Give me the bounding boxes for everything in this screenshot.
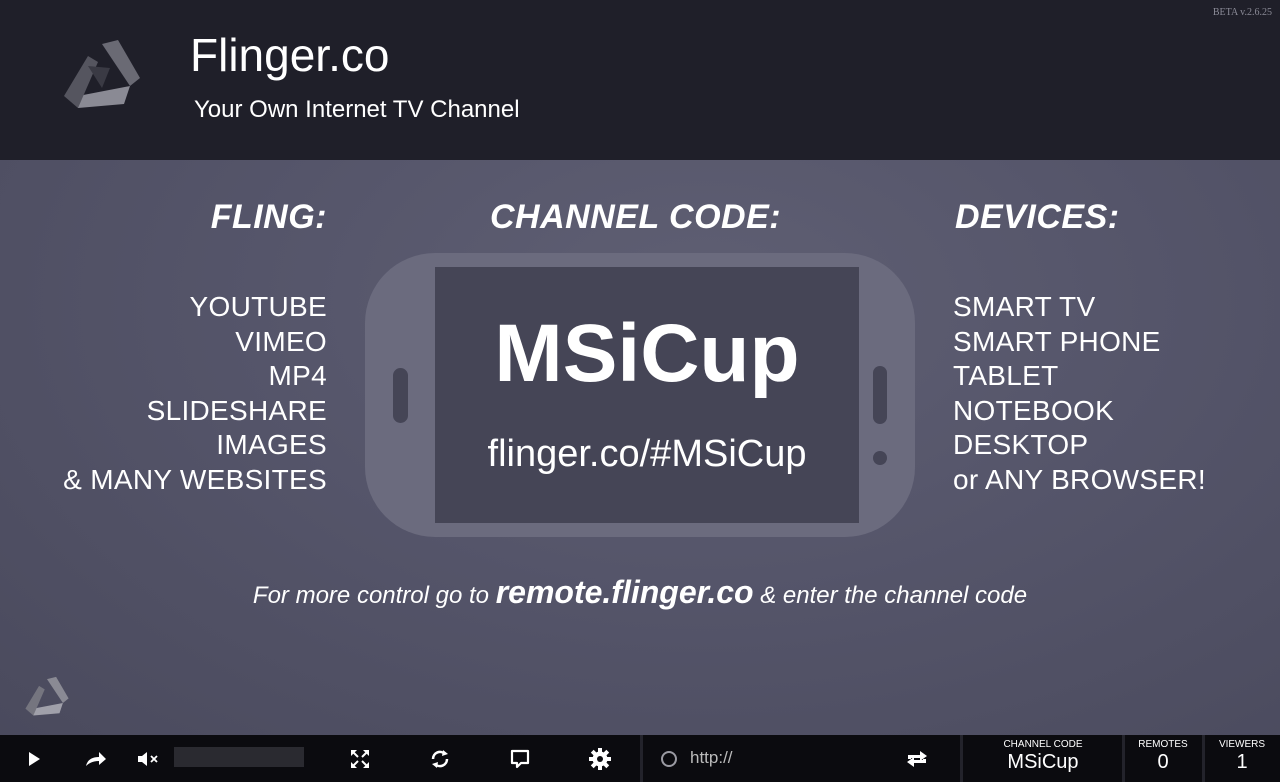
app-subtitle: Your Own Internet TV Channel (194, 96, 520, 123)
devices-heading: DEVICES: (955, 198, 1120, 236)
url-status-icon (661, 751, 677, 767)
list-item: NOTEBOOK (953, 394, 1115, 426)
list-item: SLIDESHARE (146, 394, 327, 426)
flinger-logo-small-icon (25, 676, 69, 716)
viewers-stat: VIEWERS 1 (1206, 735, 1278, 782)
skip-button[interactable] (80, 735, 112, 782)
fling-sources-list: YOUTUBE VIMEO MP4 SLIDESHARE IMAGES & MA… (63, 290, 327, 497)
list-item: VIMEO (235, 325, 327, 357)
player-toolbar: CHANNEL CODE MSiCup REMOTES 0 VIEWERS 1 (0, 735, 1280, 782)
channel-code-stat: CHANNEL CODE MSiCup (966, 735, 1120, 782)
list-item: IMAGES (216, 429, 327, 460)
mute-icon (138, 751, 158, 766)
hint-prefix: For more control go to (252, 582, 490, 609)
fling-url-input[interactable] (690, 745, 880, 771)
forward-icon (86, 751, 106, 766)
version-label: BETA v.2.6.25 (1212, 7, 1272, 18)
flinger-logo-icon (64, 40, 140, 108)
phone-screen: MSiCup flinger.co/#MSiCup (435, 267, 859, 523)
devices-list: SMART TV SMART PHONE TABLET NOTEBOOK DES… (953, 290, 1206, 497)
refresh-button[interactable] (424, 735, 456, 782)
list-item: MP4 (268, 360, 327, 391)
play-button[interactable] (18, 735, 50, 782)
refresh-icon (431, 749, 449, 768)
hint-suffix: & enter the channel code (760, 582, 1028, 609)
remote-hint: For more control go to remote.flinger.co… (0, 574, 1280, 611)
remotes-stat: REMOTES 0 (1126, 735, 1200, 782)
list-item: YOUTUBE (189, 291, 327, 322)
channel-url: flinger.co/#MSiCup (487, 433, 807, 475)
fling-url-icon (907, 750, 927, 767)
list-item: SMART TV (953, 291, 1096, 322)
fullscreen-icon (351, 749, 369, 768)
settings-button[interactable] (584, 735, 616, 782)
channel-panel: FLING: CHANNEL CODE: DEVICES: YOUTUBE VI… (0, 160, 1280, 735)
phone-graphic: MSiCup flinger.co/#MSiCup (365, 253, 915, 537)
phone-home-dot (873, 451, 887, 465)
list-item: or ANY BROWSER! (953, 463, 1206, 495)
list-item: SMART PHONE (953, 325, 1161, 357)
gear-icon (589, 747, 611, 770)
toolbar-divider (960, 735, 963, 782)
mute-button[interactable] (133, 735, 163, 782)
app-title: Flinger.co (190, 29, 390, 81)
list-item: & MANY WEBSITES (63, 463, 327, 495)
fullscreen-button[interactable] (344, 735, 376, 782)
header: Flinger.co Your Own Internet TV Channel … (0, 0, 1280, 160)
chat-button[interactable] (504, 735, 536, 782)
remotes-count: 0 (1157, 751, 1169, 773)
channel-code-heading: CHANNEL CODE: (490, 198, 782, 236)
channel-code: MSiCup (494, 308, 800, 399)
fling-heading: FLING: (210, 198, 327, 236)
phone-side-button (873, 366, 887, 424)
toolbar-divider (1122, 735, 1125, 782)
viewers-label: VIEWERS (1218, 739, 1266, 750)
toolbar-divider (1202, 735, 1205, 782)
toolbar-divider (640, 735, 643, 782)
channel-code-value: MSiCup (1007, 751, 1079, 773)
remotes-label: REMOTES (1138, 739, 1188, 750)
remote-link[interactable]: remote.flinger.co (496, 574, 754, 610)
viewers-count: 1 (1236, 751, 1248, 773)
play-icon (29, 751, 40, 766)
list-item: DESKTOP (953, 429, 1089, 460)
list-item: TABLET (953, 360, 1059, 391)
fling-url-button[interactable] (900, 735, 934, 782)
channel-code-label: CHANNEL CODE (1003, 739, 1083, 750)
chat-icon (510, 749, 530, 768)
volume-slider[interactable] (174, 747, 304, 767)
phone-side-button (393, 368, 408, 423)
